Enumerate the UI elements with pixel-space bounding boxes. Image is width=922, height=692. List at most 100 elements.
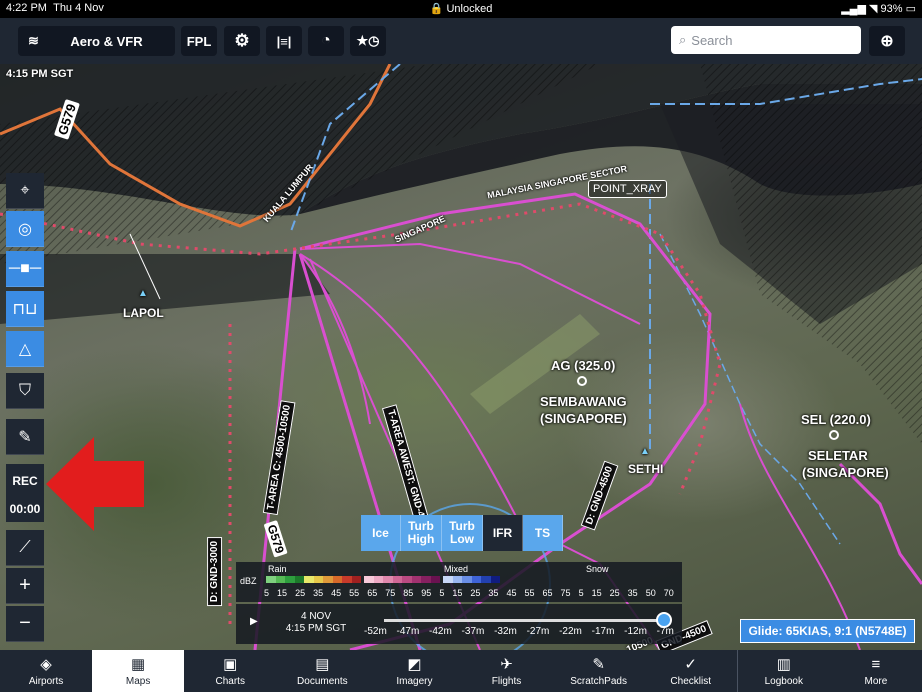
measure-button[interactable]: ⟋: [6, 530, 44, 566]
zoom-out-button[interactable]: −: [6, 606, 44, 642]
legend-scale-value: 65: [367, 588, 378, 598]
play-icon[interactable]: ▶: [250, 616, 258, 627]
legend-scale-value: 65: [542, 588, 553, 598]
tab-ifr[interactable]: IFR: [483, 515, 523, 551]
timeline-date: 4 NOV: [300, 611, 331, 622]
gauge-button[interactable]: ◔: [308, 26, 344, 56]
tab-airports[interactable]: ◈ Airports: [0, 650, 92, 692]
legend-swatch: [421, 576, 431, 583]
ndb-sel-icon[interactable]: [829, 430, 839, 440]
tab-ts[interactable]: TS: [523, 515, 563, 551]
bottom-tab-bar: ◈ Airports ▦ Maps ▣ Charts ▤ Documents ◩ Imagery ✈…: [0, 650, 922, 692]
tab-label: More: [864, 676, 888, 687]
draw-button[interactable]: ✎: [6, 419, 44, 455]
lapol-triangle-icon: ▲: [138, 288, 148, 299]
more-icon: ≡: [871, 656, 881, 673]
zoom-in-button[interactable]: +: [6, 568, 44, 604]
layers-icon: ≋: [28, 33, 39, 48]
tab-turb-high[interactable]: Turb High: [401, 515, 442, 551]
logbook-icon: ▥: [776, 656, 791, 673]
glide-info-button[interactable]: Glide: 65KIAS, 9:1 (N5748E): [740, 619, 915, 643]
tab-scratchpads[interactable]: ✎ ScratchPads: [553, 650, 645, 692]
legend-swatch: [304, 576, 314, 583]
terrain-button[interactable]: △: [6, 331, 44, 367]
search-placeholder: Search: [691, 32, 733, 48]
legend-scale-value: 15: [591, 588, 602, 598]
compass-icon: ◎: [18, 220, 32, 238]
tab-charts[interactable]: ▣ Charts: [184, 650, 276, 692]
airports-icon: ◈: [40, 656, 52, 673]
tab-logbook[interactable]: ▥ Logbook: [736, 650, 830, 692]
airway-button[interactable]: ⛉: [6, 373, 44, 409]
waypoint-sethi[interactable]: SETHI: [628, 462, 663, 476]
layers-button[interactable]: ≋ Aero & VFR: [18, 26, 175, 56]
tab-label: Logbook: [764, 676, 803, 687]
legend-swatch: [373, 576, 383, 583]
search-input[interactable]: ⌕ Search: [671, 26, 861, 54]
flights-icon: ✈: [500, 656, 513, 673]
weather-layer-tabs: Ice Turb High Turb Low IFR TS: [361, 515, 563, 551]
danger-area-west-label[interactable]: D: GND-3000: [207, 536, 223, 607]
tab-turb-low[interactable]: Turb Low: [442, 515, 483, 551]
legend-rain: Rain: [268, 564, 287, 574]
tab-maps[interactable]: ▦ Maps: [92, 650, 185, 692]
tab-checklist[interactable]: ✓ Checklist: [645, 650, 737, 692]
tab-more[interactable]: ≡ More: [830, 650, 922, 692]
legend-scale-value: 25: [609, 588, 620, 598]
tab-label: Imagery: [396, 676, 433, 687]
timeline-tick: -47m: [396, 626, 420, 637]
runway-button[interactable]: |≡|: [266, 26, 302, 56]
legend-scale-value: 50: [645, 588, 656, 598]
scratchpads-icon: ✎: [592, 656, 605, 673]
west-water: [0, 254, 330, 324]
legend-swatch: [351, 576, 361, 583]
fpl-button[interactable]: FPL: [181, 26, 217, 56]
legend-scale-value: 75: [385, 588, 396, 598]
waypoint-xray[interactable]: POINT_XRAY: [588, 180, 667, 198]
route-button[interactable]: ─■─: [6, 251, 44, 287]
legend-scale-value: 5: [439, 588, 445, 598]
record-timer: 00:00: [9, 502, 41, 516]
legend-swatch: [481, 576, 491, 583]
timeline-tick: -42m: [429, 626, 452, 637]
airport-seletar-country: (SINGAPORE): [802, 465, 889, 480]
legend-scale-value: 25: [470, 588, 481, 598]
tab-flights[interactable]: ✈ Flights: [460, 650, 552, 692]
charts-icon: ▣: [223, 656, 238, 673]
record-button[interactable]: REC 00:00: [6, 464, 44, 522]
tab-imagery[interactable]: ◩ Imagery: [368, 650, 460, 692]
status-bar: 4:22 PM Thu 4 Nov 🔒 Unlocked ▂▄▆ ◥ 93% ▭: [0, 0, 922, 18]
favorites-button[interactable]: ★◷: [350, 26, 386, 56]
timeline-tick: -37m: [461, 626, 485, 637]
ndb-ag-label[interactable]: AG (325.0): [551, 358, 615, 373]
map-time: 4:15 PM SGT: [6, 68, 74, 80]
radar-legend: Rain Mixed Snow dBZ 5 15 25 35 45 55 65 75 85 95 5…: [236, 562, 682, 602]
legend-swatch: [471, 576, 481, 583]
crosshair-button[interactable]: ⌖: [6, 173, 44, 209]
locate-button[interactable]: ⊕: [869, 26, 905, 56]
tab-ice[interactable]: Ice: [361, 515, 401, 551]
tab-documents[interactable]: ▤ Documents: [276, 650, 368, 692]
settings-button[interactable]: ⚙: [224, 26, 260, 56]
legend-scale: 5 15 25 35 45 55 65 75 85 95 5 15 25 35 45 55 65 75 5 15 25 3…: [264, 588, 674, 598]
route-nodes-icon: ⟋: [19, 538, 31, 556]
pencil-icon: ✎: [18, 428, 32, 446]
legend-scale-value: 45: [506, 588, 517, 598]
lock-status: 🔒 Unlocked: [429, 3, 493, 15]
timeline-time: 4:15 PM SGT: [285, 623, 347, 634]
legend-swatch: [313, 576, 323, 583]
waypoint-lapol[interactable]: LAPOL: [123, 306, 164, 320]
airport-sembawang[interactable]: SEMBAWANG: [540, 394, 627, 409]
ndb-ag-icon[interactable]: [577, 376, 587, 386]
airport-seletar[interactable]: SELETAR: [808, 448, 868, 463]
ndb-sel-label[interactable]: SEL (220.0): [801, 412, 871, 427]
legend-scale-value: 35: [313, 588, 324, 598]
profile-button[interactable]: ⊓⊔: [6, 291, 44, 327]
mountain-icon: △: [18, 340, 32, 358]
timeline-tick: -22m: [559, 626, 582, 637]
track-up-button[interactable]: ◎: [6, 211, 44, 247]
timeline-track[interactable]: [384, 619, 664, 622]
legend-mixed: Mixed: [444, 564, 469, 574]
sethi-triangle-icon: ▲: [640, 446, 650, 457]
tab-label: Charts: [215, 676, 245, 687]
